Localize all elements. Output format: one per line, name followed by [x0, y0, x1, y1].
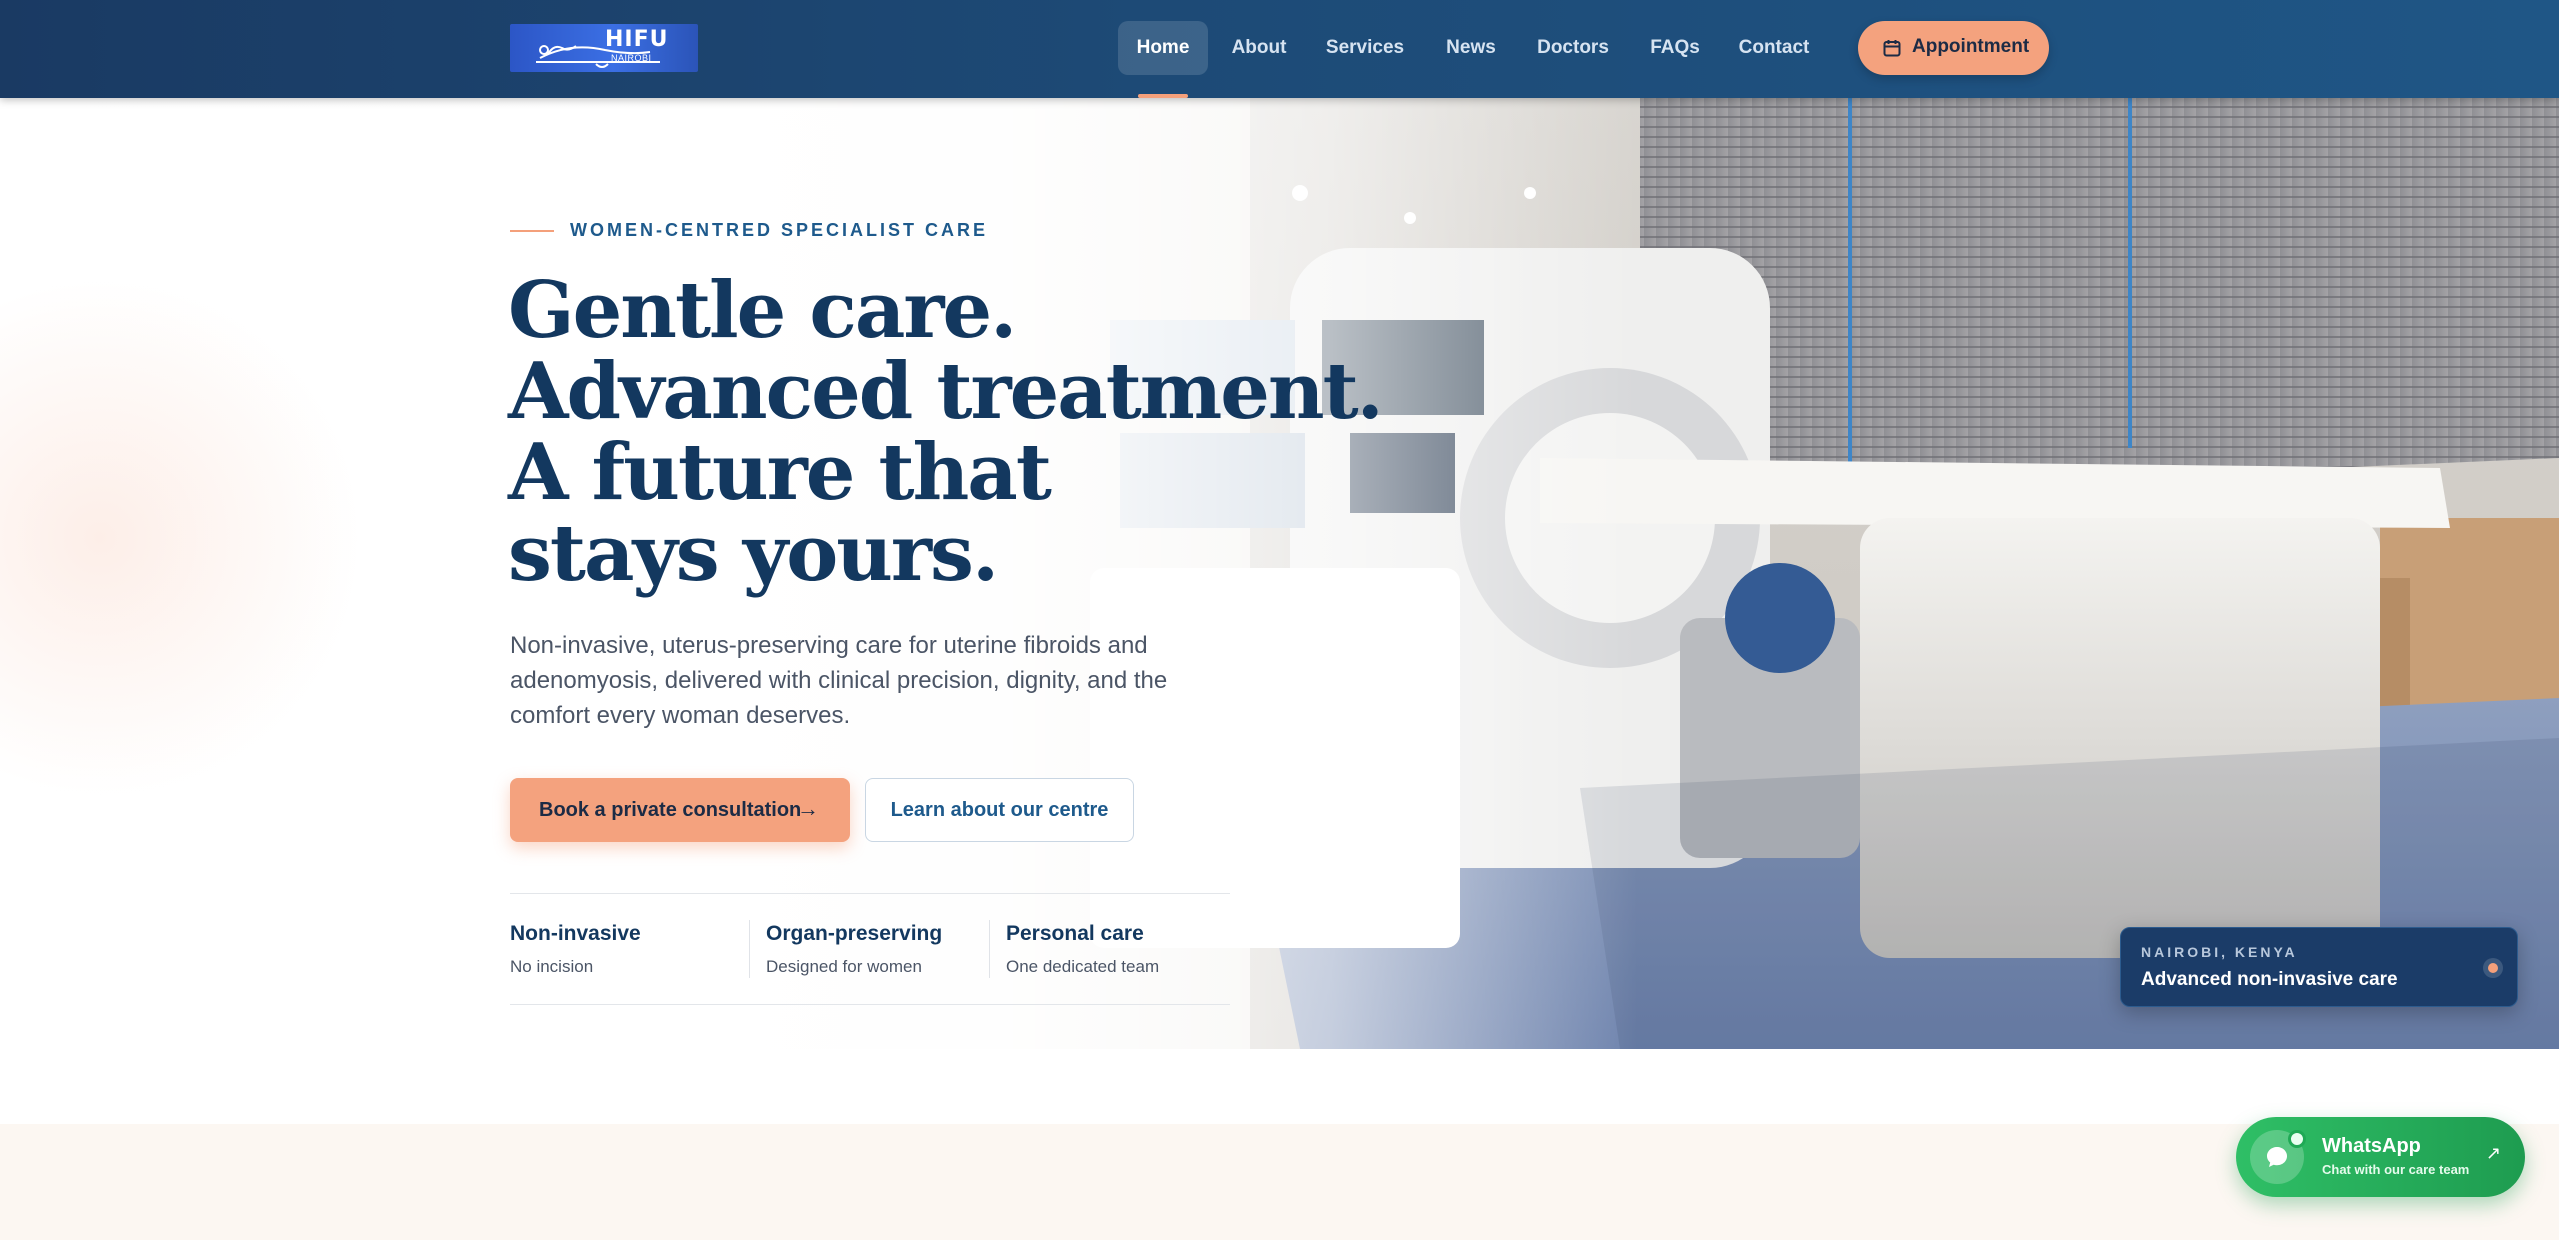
feature-divider [989, 920, 990, 978]
hero-eyebrow: WOMEN-CENTRED SPECIALIST CARE [570, 220, 989, 240]
book-consultation-label: Book a private consultation [539, 799, 802, 821]
hero-section: WOMEN-CENTRED SPECIALIST CARE Gentle car… [0, 98, 2559, 1049]
location-card: NAIROBI, KENYA Advanced non-invasive car… [2120, 927, 2518, 1007]
nav-doctors[interactable]: Doctors [1526, 21, 1620, 75]
book-consultation-button[interactable]: Book a private consultation → [510, 778, 850, 842]
nav-news[interactable]: News [1436, 21, 1506, 75]
whatsapp-subtitle: Chat with our care team [2322, 1162, 2470, 1177]
active-nav-indicator [1138, 94, 1188, 98]
headline-line: Advanced treatment. [508, 346, 1384, 437]
logo-text: HIFU [605, 27, 669, 52]
nav-services[interactable]: Services [1314, 21, 1416, 75]
features-divider-top [510, 893, 1230, 894]
chat-bubble-icon [2267, 1147, 2287, 1167]
feature-subtitle: Designed for women [766, 957, 922, 976]
feature-subtitle: No incision [510, 957, 594, 976]
headline-line: A future that [508, 427, 1052, 518]
hero-description: Non-invasive, uterus-preserving care for… [510, 632, 1168, 729]
location-eyebrow: NAIROBI, KENYA [2141, 944, 2298, 960]
nav-home[interactable]: Home [1118, 21, 1208, 75]
next-section-band [0, 1124, 2559, 1240]
logo-figure-graphic [536, 45, 660, 68]
feature-title: Organ-preserving [766, 922, 943, 945]
eyebrow-accent-line [510, 230, 554, 232]
headline-line: stays yours. [508, 508, 999, 599]
whatsapp-chat-button[interactable]: WhatsApp Chat with our care team ↗ [2236, 1117, 2525, 1197]
features-divider-bottom [510, 1004, 1230, 1005]
external-arrow-icon: ↗ [2486, 1143, 2502, 1163]
site-header: HIFU NAIROBI Home About Services News Do… [0, 0, 2559, 98]
arrow-right-icon: → [797, 796, 819, 821]
hero-headline: Gentle care. Advanced treatment. A futur… [508, 265, 1384, 599]
feature-title: Personal care [1006, 922, 1144, 945]
headline-line: Gentle care. [508, 265, 1017, 356]
logo-subtext: NAIROBI [611, 53, 652, 63]
location-dot-icon [2483, 958, 2503, 978]
appointment-label: Appointment [1912, 36, 2030, 57]
whatsapp-title: WhatsApp [2322, 1135, 2421, 1157]
calendar-icon [1883, 40, 1901, 57]
hifu-logo[interactable]: HIFU NAIROBI [510, 24, 698, 72]
feature-subtitle: One dedicated team [1006, 957, 1160, 976]
feature-divider [749, 920, 750, 978]
appointment-button[interactable]: Appointment [1858, 21, 2049, 75]
feature-title: Non-invasive [510, 922, 641, 945]
learn-about-centre-button[interactable]: Learn about our centre [865, 778, 1134, 842]
nav-contact[interactable]: Contact [1732, 21, 1816, 75]
whatsapp-icon [2250, 1130, 2306, 1184]
location-title: Advanced non-invasive care [2141, 969, 2398, 990]
nav-faqs[interactable]: FAQs [1640, 21, 1710, 75]
online-status-dot [2288, 1130, 2306, 1148]
nav-about[interactable]: About [1218, 21, 1300, 75]
